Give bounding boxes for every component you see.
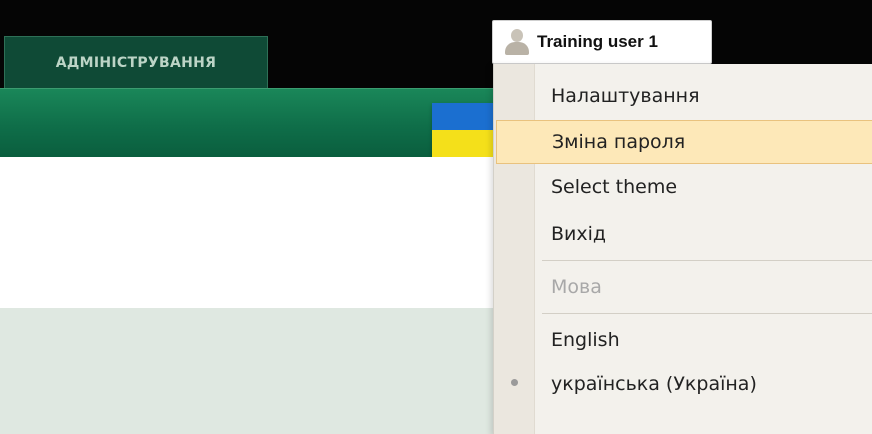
user-icon <box>503 27 531 57</box>
menu-item-language-ukrainian[interactable]: українська (Україна) <box>534 362 872 406</box>
user-menu-button[interactable]: Training user 1 <box>492 20 712 64</box>
menu-item-language-english[interactable]: English <box>534 318 872 362</box>
menu-separator <box>542 260 872 261</box>
tab-administration[interactable]: АДМІНІСТРУВАННЯ <box>4 36 268 88</box>
user-dropdown-menu: Налаштування Зміна пароля Select theme В… <box>493 64 872 434</box>
menu-separator <box>542 313 872 314</box>
user-name: Training user 1 <box>537 32 658 51</box>
menu-item-select-theme[interactable]: Select theme <box>534 165 872 209</box>
menu-item-settings[interactable]: Налаштування <box>534 74 872 118</box>
bullet-icon <box>511 379 518 386</box>
menu-item-change-password[interactable]: Зміна пароля <box>496 120 872 164</box>
menu-section-language: Мова <box>551 276 602 298</box>
menu-item-logout[interactable]: Вихід <box>534 212 872 256</box>
